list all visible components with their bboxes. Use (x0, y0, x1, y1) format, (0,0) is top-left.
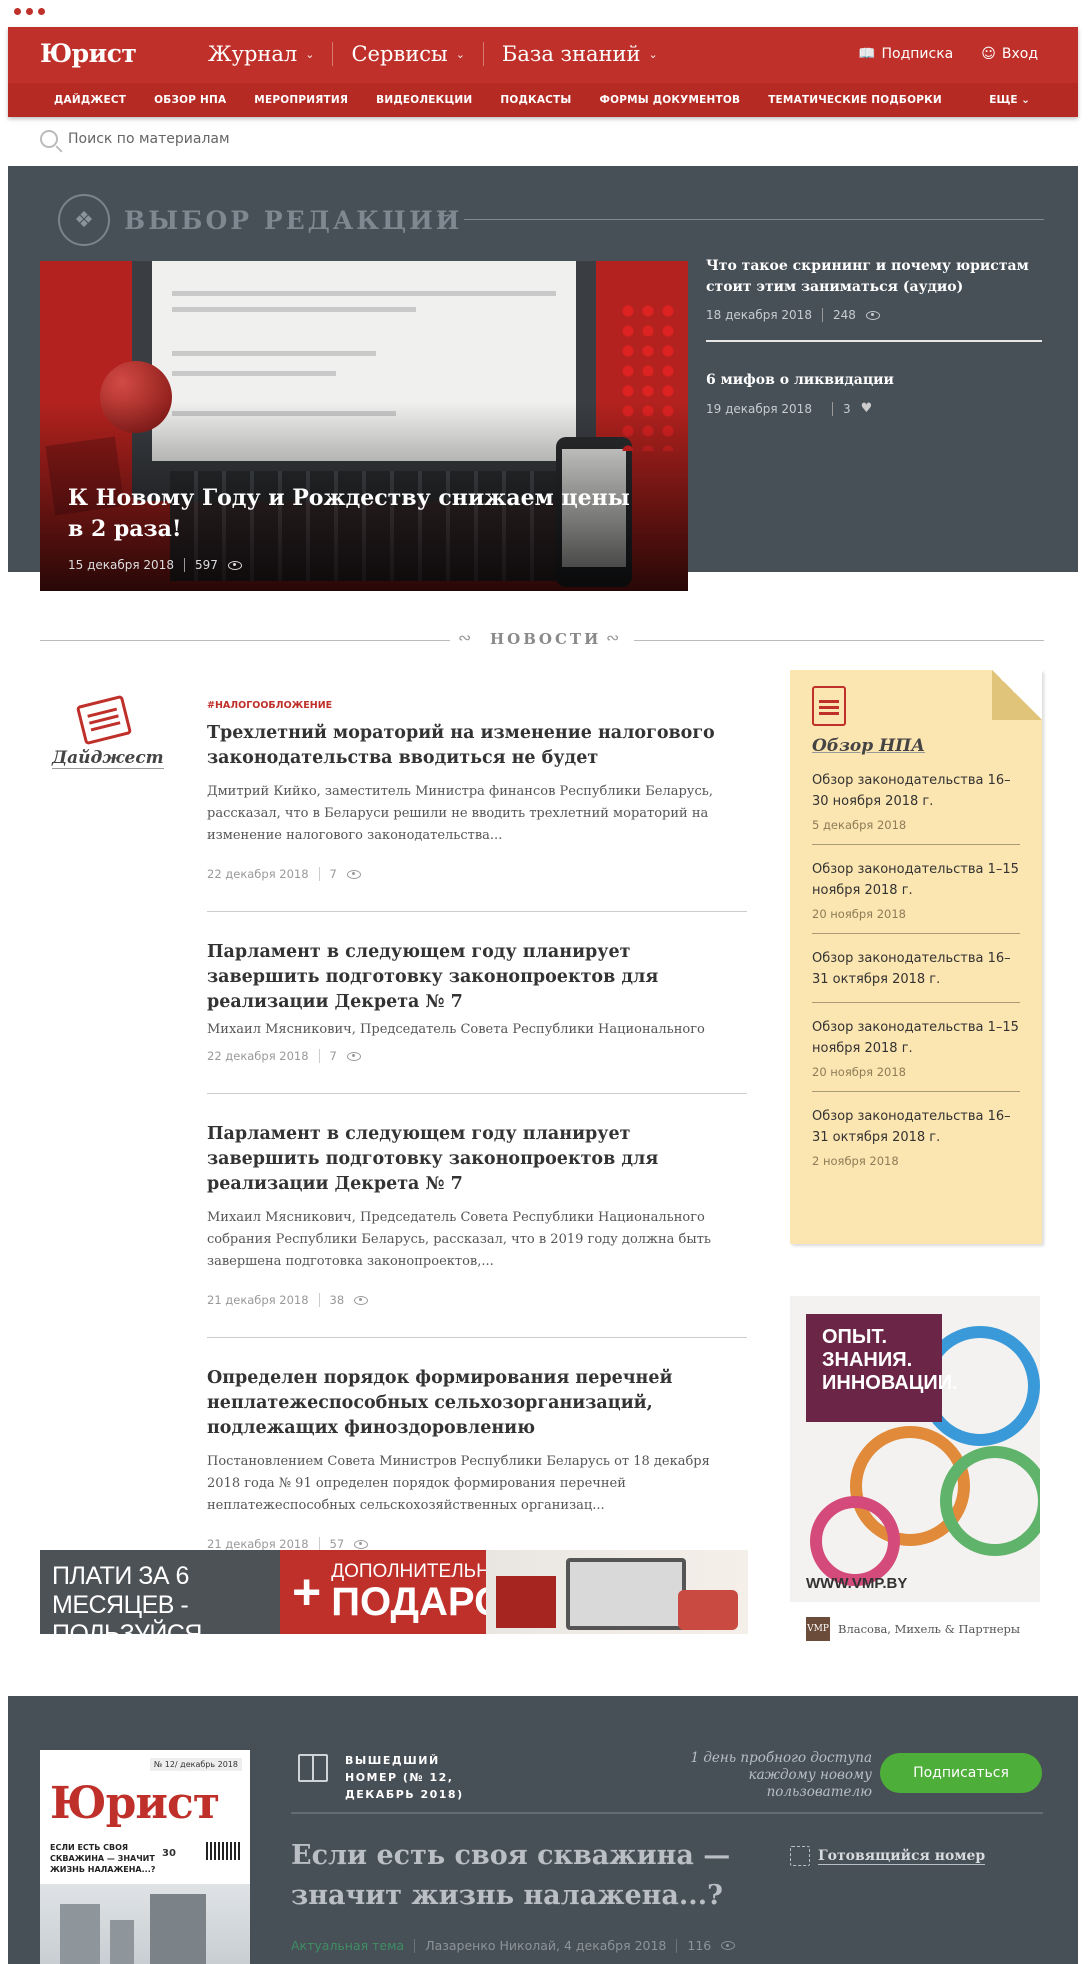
eye-icon (865, 310, 880, 320)
eye-icon (346, 1051, 361, 1061)
subnav-more[interactable]: ЕЩЕ ⌄ (989, 94, 1030, 106)
user-icon: ☺ (981, 46, 996, 62)
window-dots (14, 8, 45, 15)
npa-item[interactable]: Обзор законодательства 16–31 октября 201… (812, 1092, 1020, 1180)
ad-url[interactable]: WWW.VMP.BY (806, 1575, 907, 1592)
search-input[interactable]: Поиск по материалам (68, 131, 230, 147)
site-header: Юрист Журнал ⌄ Сервисы ⌄ База знаний ⌄ 📖 Под… (8, 27, 1078, 117)
article-lead: Михаил Мясникович, Председатель Совета Р… (207, 1022, 705, 1037)
editors-side-list: Что такое скрининг и почему юристам стои… (706, 256, 1042, 416)
article-lead: Дмитрий Кийко, заместитель Министра фина… (207, 784, 713, 843)
news-item[interactable]: Парламент в следующем году планирует зав… (207, 1122, 747, 1338)
vmp-logo[interactable]: VMP Власова, Михель & Партнеры (806, 1617, 1020, 1641)
issue-label: ВЫШЕДШИЙ НОМЕР (№ 12, ДЕКАБРЬ 2018) (345, 1754, 464, 1801)
promo-gift: + ДОПОЛНИТЕЛЬНЫЙ ПОДАРОК (280, 1550, 530, 1634)
subnav-npa[interactable]: ОБЗОР НПА (154, 94, 226, 106)
eye-icon (354, 1539, 369, 1549)
article-title[interactable]: Трехлетний мораторий на изменение налого… (207, 721, 747, 771)
subscribe-button[interactable]: Подписаться (880, 1753, 1042, 1793)
npa-item[interactable]: Обзор законодательства 16–30 ноября 2018… (812, 756, 1020, 845)
ad-slogan: ОПЫТ. ЗНАНИЯ. ИННОВАЦИИ. (806, 1314, 958, 1422)
article-title[interactable]: Парламент в следующем году планирует зав… (207, 1122, 747, 1197)
digest-link[interactable]: Дайджест (52, 694, 164, 769)
rope-image (810, 1496, 900, 1586)
subnav-videolectures[interactable]: ВИДЕОЛЕКЦИИ (376, 94, 472, 106)
document-icon (812, 686, 846, 726)
chevron-down-icon: ⌄ (648, 47, 658, 61)
eye-icon (227, 560, 242, 570)
heading-divider (436, 205, 1044, 226)
search-bar[interactable]: Поиск по материалам (40, 130, 230, 148)
subnav-digest[interactable]: ДАЙДЖЕСТ (54, 94, 126, 106)
trial-text: 1 день пробного доступа каждому новому п… (690, 1750, 872, 1800)
editors-choice-heading: ❖ ВЫБОР РЕДАКЦИИ (58, 194, 462, 246)
npa-item[interactable]: Обзор законодательства 16–31 октября 201… (812, 934, 1020, 1003)
main-nav: Журнал ⌄ Сервисы ⌄ База знаний ⌄ (200, 42, 676, 66)
issue-meta: Актуальная тема Лазаренко Николай, 4 дек… (291, 1938, 736, 1953)
side-article[interactable]: 6 мифов о ликвидации 19 декабря 2018 3 ♥ (706, 370, 1042, 416)
news-item[interactable]: Определен порядок формирования перечней … (207, 1366, 747, 1581)
article-meta: 22 декабря 2018 7 (207, 867, 747, 881)
hero-title[interactable]: К Новому Году и Рождеству снижаем цены в… (68, 483, 648, 545)
laurel-icon: ❖ (58, 194, 110, 246)
subnav-doc-forms[interactable]: ФОРМЫ ДОКУМЕНТОВ (600, 94, 741, 106)
subscription-link[interactable]: 📖 Подписка (858, 46, 953, 62)
eye-icon (354, 1295, 369, 1305)
eye-icon (346, 869, 361, 879)
ornament-icon: ∾ (606, 628, 620, 647)
nav-knowledge-base[interactable]: База знаний ⌄ (482, 42, 676, 66)
user-nav: 📖 Подписка ☺ Вход (858, 46, 1038, 62)
article-title[interactable]: Парламент в следующем году планирует зав… (207, 940, 747, 1015)
vmp-advertisement[interactable]: ОПЫТ. ЗНАНИЯ. ИННОВАЦИИ. WWW.VMP.BY (790, 1296, 1040, 1602)
hero-meta: 15 декабря 2018 597 (68, 558, 242, 572)
article-meta: 21 декабря 2018 38 (207, 1293, 747, 1307)
article-lead: Михаил Мясникович, Председатель Совета Р… (207, 1210, 711, 1269)
hero-card[interactable]: К Новому Году и Рождеству снижаем цены в… (40, 261, 688, 591)
nav-services[interactable]: Сервисы ⌄ (332, 42, 482, 66)
ornament-icon: ∾ (458, 628, 472, 647)
login-link[interactable]: ☺ Вход (981, 46, 1038, 62)
issue-title[interactable]: Если есть своя скважина — значит жизнь н… (291, 1836, 731, 1916)
promo-text: ПЛАТИ ЗА 6 МЕСЯЦЕВ - ПОЛЬЗУЙСЯ ВЕСЬ ГОД! (40, 1550, 280, 1634)
barcode-icon (206, 1842, 240, 1860)
chevron-down-icon: ⌄ (455, 47, 465, 61)
magazine-icon (298, 1754, 328, 1782)
chevron-down-icon: ⌄ (305, 47, 315, 61)
subnav-podcasts[interactable]: ПОДКАСТЫ (500, 94, 571, 106)
npa-item[interactable]: Обзор законодательства 1–15 ноября 2018 … (812, 1003, 1020, 1092)
npa-review-panel: Обзор НПА Обзор законодательства 16–30 н… (790, 670, 1042, 1244)
news-item[interactable]: #НАЛОГООБЛОЖЕНИЕ Трехлетний мораторий на… (207, 700, 747, 912)
book-icon: 📖 (858, 46, 876, 62)
issue-cover[interactable]: № 12/ декабрь 2018 Юрист ЕСЛИ ЕСТЬ СВОЯ … (40, 1750, 250, 1964)
article-tag[interactable]: #НАЛОГООБЛОЖЕНИЕ (207, 700, 747, 711)
news-heading: ∾ НОВОСТИ ∾ (40, 628, 1044, 650)
issue-rubric[interactable]: Актуальная тема (291, 1938, 404, 1953)
latest-issue-section: № 12/ декабрь 2018 Юрист ЕСЛИ ЕСТЬ СВОЯ … (8, 1696, 1078, 1964)
heart-icon: ♥ (860, 401, 873, 416)
subnav-events[interactable]: МЕРОПРИЯТИЯ (254, 94, 348, 106)
npa-item[interactable]: Обзор законодательства 1–15 ноября 2018 … (812, 845, 1020, 934)
promo-image (486, 1550, 748, 1634)
promo-banner[interactable]: ПЛАТИ ЗА 6 МЕСЯЦЕВ - ПОЛЬЗУЙСЯ ВЕСЬ ГОД!… (40, 1550, 748, 1634)
subnav-collections[interactable]: ТЕМАТИЧЕСКИЕ ПОДБОРКИ (768, 94, 942, 106)
npa-heading[interactable]: Обзор НПА (812, 736, 1020, 756)
search-icon (40, 130, 58, 148)
article-meta: 21 декабря 2018 57 (207, 1537, 747, 1551)
article-lead: Постановлением Совета Министров Республи… (207, 1454, 710, 1513)
news-item[interactable]: Парламент в следующем году планирует зав… (207, 940, 747, 1094)
news-list: #НАЛОГООБЛОЖЕНИЕ Трехлетний мораторий на… (207, 700, 747, 1609)
site-logo[interactable]: Юрист (40, 39, 137, 68)
nav-journal[interactable]: Журнал ⌄ (200, 42, 332, 66)
upcoming-issue-icon (790, 1846, 810, 1866)
vmp-mark-icon: VMP (806, 1617, 830, 1641)
eye-icon (721, 1941, 736, 1950)
article-title[interactable]: Определен порядок формирования перечней … (207, 1366, 747, 1441)
sub-nav: ДАЙДЖЕСТ ОБЗОР НПА МЕРОПРИЯТИЯ ВИДЕОЛЕКЦ… (8, 83, 1078, 117)
article-meta: 22 декабря 2018 7 (207, 1049, 747, 1063)
upcoming-issue-link[interactable]: Готовящийся номер (790, 1846, 986, 1866)
rope-image (940, 1446, 1040, 1556)
side-article[interactable]: Что такое скрининг и почему юристам стои… (706, 256, 1042, 342)
newspaper-icon (75, 694, 133, 746)
